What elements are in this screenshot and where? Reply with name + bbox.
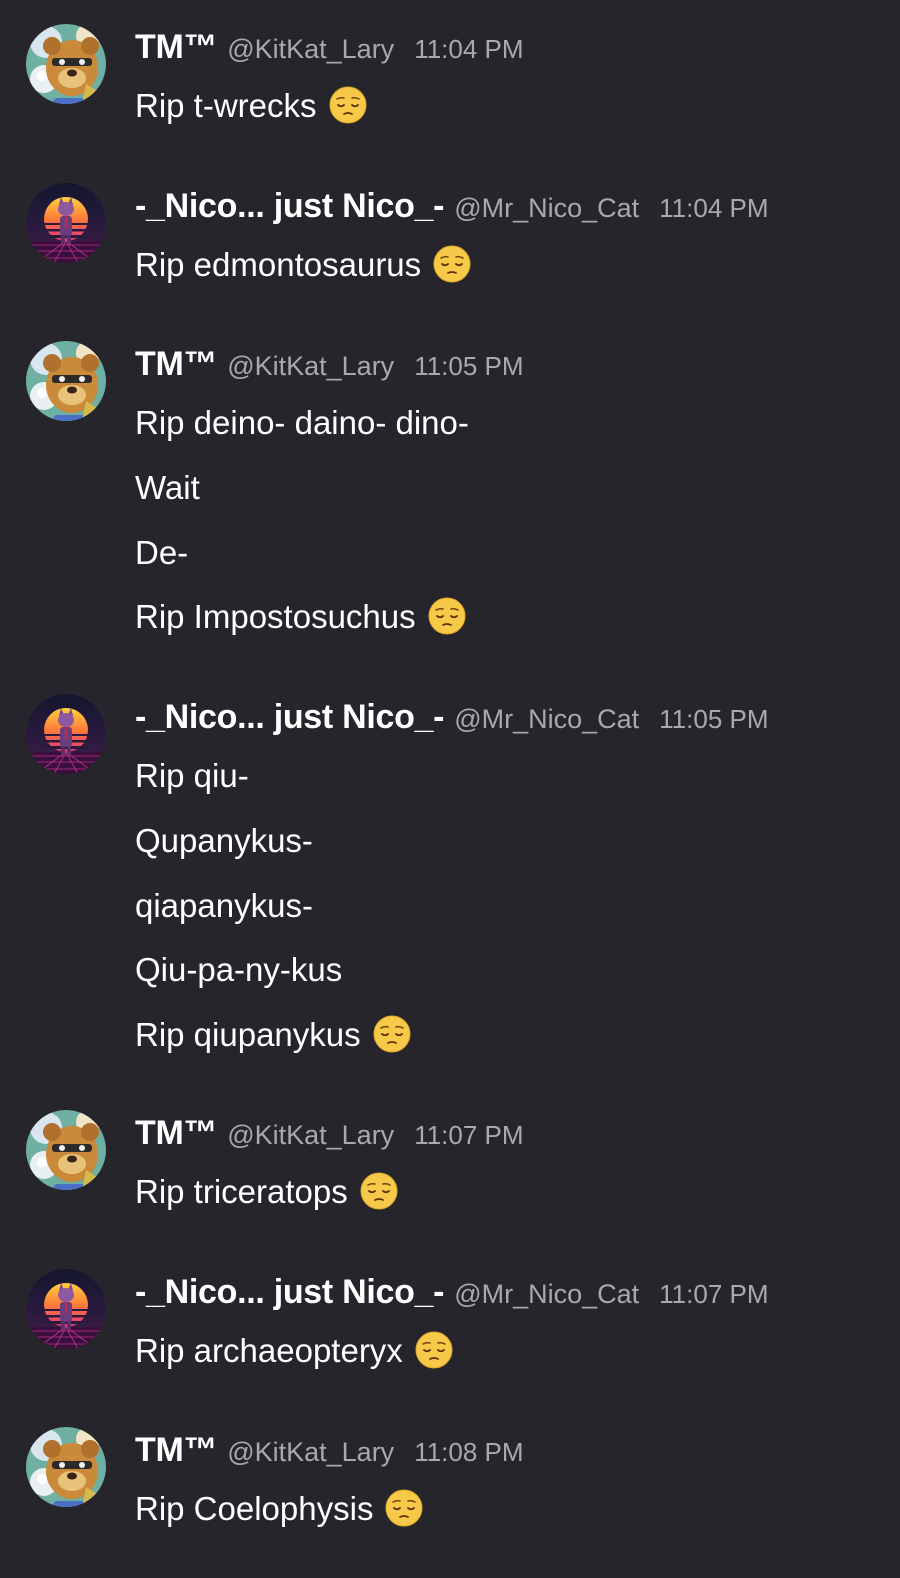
pensive-face-emoji-icon xyxy=(385,1489,423,1527)
message-line: Qiu-pa-ny-kus xyxy=(135,948,411,1013)
avatar[interactable] xyxy=(26,183,106,263)
message-text: Rip qiu- xyxy=(135,757,249,794)
message-text: Rip Coelophysis xyxy=(135,1490,374,1527)
avatar[interactable] xyxy=(26,341,106,421)
message-header: TM™ @KitKat_Lary 11:08 PM xyxy=(135,1431,524,1473)
message-body: Rip Coelophysis xyxy=(135,1487,423,1552)
author-display-name[interactable]: -_Nico... just Nico_- xyxy=(135,1273,445,1312)
message-text: Rip Impostosuchus xyxy=(135,598,416,636)
message-timestamp: 11:05 PM xyxy=(414,351,524,381)
pensive-face-emoji-icon xyxy=(360,1172,398,1210)
author-handle[interactable]: @KitKat_Lary xyxy=(227,1120,394,1151)
message-line: Rip edmontosaurus xyxy=(135,243,471,308)
message-timestamp: 11:07 PM xyxy=(414,1120,524,1150)
retro-sunset-cat-avatar-icon xyxy=(26,1269,106,1349)
message-text: Rip deino- daino- dino- xyxy=(135,404,469,441)
retro-sunset-cat-avatar-icon xyxy=(26,183,106,263)
message-text: Wait xyxy=(135,468,200,506)
message-header: -_Nico... just Nico_- @Mr_Nico_Cat 11:04 P… xyxy=(135,187,769,229)
message-text: Qiu-pa-ny-kus xyxy=(135,951,343,989)
message-line: Rip triceratops xyxy=(135,1170,398,1235)
chat-message-list: TM™ @KitKat_Lary 11:04 PM Rip t-wrecks -… xyxy=(0,0,900,1578)
author-handle[interactable]: @Mr_Nico_Cat xyxy=(454,704,639,735)
message-timestamp: 11:07 PM xyxy=(659,1279,769,1309)
message-line: Rip Coelophysis xyxy=(135,1487,423,1552)
animatronic-bear-avatar-icon xyxy=(26,341,106,421)
message-text: qiapanykus- xyxy=(135,886,313,924)
message-line: Wait xyxy=(135,466,469,531)
pensive-face-emoji-icon xyxy=(433,245,471,283)
pensive-face-emoji-icon xyxy=(433,245,471,283)
pensive-face-emoji-icon xyxy=(373,1015,411,1053)
message-text: Rip qiupanykus xyxy=(135,1016,361,1054)
message-timestamp: 11:04 PM xyxy=(659,193,769,223)
message-line: De- xyxy=(135,531,469,596)
pensive-face-emoji-icon xyxy=(428,597,466,635)
author-display-name[interactable]: -_Nico... just Nico_- xyxy=(135,187,445,226)
message-timestamp: 11:04 PM xyxy=(414,34,524,64)
retro-sunset-cat-avatar-icon xyxy=(26,694,106,774)
message-text: De- xyxy=(135,533,189,571)
author-handle[interactable]: @KitKat_Lary xyxy=(227,34,394,65)
author-display-name[interactable]: TM™ xyxy=(135,28,218,67)
message-text: Rip archaeopteryx xyxy=(135,1332,403,1369)
pensive-face-emoji-icon xyxy=(373,1015,411,1053)
pensive-face-emoji-icon xyxy=(360,1172,398,1210)
pensive-face-emoji-icon xyxy=(415,1331,453,1369)
message-line: qiapanykus- xyxy=(135,884,411,949)
author-handle[interactable]: @KitKat_Lary xyxy=(227,1437,394,1468)
message-header: TM™ @KitKat_Lary 11:04 PM xyxy=(135,28,524,70)
message-text: Rip t-wrecks xyxy=(135,87,317,124)
author-handle[interactable]: @Mr_Nico_Cat xyxy=(454,1279,639,1310)
author-display-name[interactable]: TM™ xyxy=(135,345,218,384)
message-body: Rip edmontosaurus xyxy=(135,243,471,308)
avatar[interactable] xyxy=(26,1269,106,1349)
message-body: Rip deino- daino- dino- Wait De- Rip Impost… xyxy=(135,401,469,660)
pensive-face-emoji-icon xyxy=(329,86,367,124)
avatar[interactable] xyxy=(26,1427,106,1507)
message-timestamp: 11:05 PM xyxy=(659,704,769,734)
avatar[interactable] xyxy=(26,24,106,104)
message-header: TM™ @KitKat_Lary 11:05 PM xyxy=(135,345,524,387)
avatar[interactable] xyxy=(26,1110,106,1190)
animatronic-bear-avatar-icon xyxy=(26,1110,106,1190)
message-line: Qupanykus- xyxy=(135,819,411,884)
pensive-face-emoji-icon xyxy=(428,597,466,635)
avatar[interactable] xyxy=(26,694,106,774)
message-text: Qupanykus- xyxy=(135,821,313,859)
message-line: Rip deino- daino- dino- xyxy=(135,401,469,466)
message-timestamp: 11:08 PM xyxy=(414,1437,524,1467)
message-line: Rip archaeopteryx xyxy=(135,1329,453,1394)
pensive-face-emoji-icon xyxy=(329,86,367,124)
author-display-name[interactable]: -_Nico... just Nico_- xyxy=(135,698,445,737)
animatronic-bear-avatar-icon xyxy=(26,24,106,104)
author-handle[interactable]: @Mr_Nico_Cat xyxy=(454,193,639,224)
author-handle[interactable]: @KitKat_Lary xyxy=(227,351,394,382)
message-text: Rip edmontosaurus xyxy=(135,246,422,283)
message-line: Rip qiu- xyxy=(135,754,411,819)
message-text: Rip triceratops xyxy=(135,1173,348,1210)
message-line: Rip qiupanykus xyxy=(135,1013,411,1078)
author-display-name[interactable]: TM™ xyxy=(135,1114,218,1153)
message-header: -_Nico... just Nico_- @Mr_Nico_Cat 11:07 P… xyxy=(135,1273,769,1315)
message-header: -_Nico... just Nico_- @Mr_Nico_Cat 11:05 P… xyxy=(135,698,769,740)
animatronic-bear-avatar-icon xyxy=(26,1427,106,1507)
message-body: Rip qiu- Qupanykus-qiapanykus- Qiu-pa-ny-k… xyxy=(135,754,411,1078)
author-display-name[interactable]: TM™ xyxy=(135,1431,218,1470)
message-body: Rip t-wrecks xyxy=(135,84,367,149)
pensive-face-emoji-icon xyxy=(385,1489,423,1527)
message-body: Rip archaeopteryx xyxy=(135,1329,453,1394)
message-line: Rip t-wrecks xyxy=(135,84,367,149)
pensive-face-emoji-icon xyxy=(415,1331,453,1369)
message-line: Rip Impostosuchus xyxy=(135,595,469,660)
message-body: Rip triceratops xyxy=(135,1170,398,1235)
message-header: TM™ @KitKat_Lary 11:07 PM xyxy=(135,1114,524,1156)
